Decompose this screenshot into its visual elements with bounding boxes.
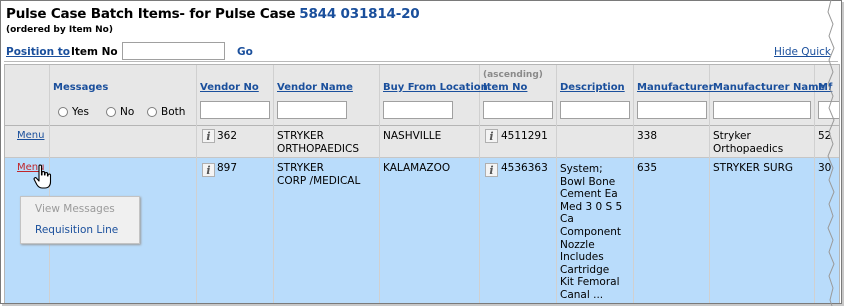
torn-edge-decoration <box>827 0 835 306</box>
description-filter-input[interactable] <box>560 101 630 119</box>
col-header-item-no[interactable]: Item No <box>483 82 527 93</box>
item-no-filter-input[interactable] <box>483 101 553 119</box>
description-line: Cement Ea <box>560 188 618 201</box>
items-grid: Messages Vendor No Vendor Name Buy From … <box>4 64 840 303</box>
divider <box>4 61 838 62</box>
row-menu-link[interactable]: Menu <box>17 130 44 141</box>
vendor-no-cell: 362 <box>217 130 238 142</box>
vendor-no-cell: 897 <box>217 162 238 174</box>
item-info-icon[interactable]: i <box>485 163 498 177</box>
column-divider <box>633 65 634 303</box>
window-frame: Pulse Case Batch Items- for Pulse Case 58… <box>0 0 842 304</box>
column-divider <box>709 65 710 303</box>
vendor-name-line: STRYKER <box>277 130 324 142</box>
vendor-name-filter-input[interactable] <box>277 101 347 119</box>
column-divider <box>814 65 815 303</box>
hide-quick-link[interactable]: Hide Quick <box>774 46 831 58</box>
description-line: Bowl Bone <box>560 175 616 188</box>
item-no-cell: 4511291 <box>501 130 548 142</box>
column-divider <box>196 65 197 303</box>
manufacturer-cell: 338 <box>637 130 658 142</box>
manufacturer-cell: 635 <box>637 162 658 174</box>
context-menu-view-messages: View Messages <box>35 203 115 215</box>
description-line: Cartridge <box>560 263 610 276</box>
messages-both-radio[interactable] <box>147 107 157 117</box>
manufacturer-name-line: Stryker <box>713 130 751 142</box>
description-line: Canal ... <box>560 288 604 301</box>
buy-from-cell: NASHVILLE <box>383 130 442 142</box>
manufacturer-name-cell: STRYKER SURG <box>713 162 793 175</box>
col-header-vendor-no[interactable]: Vendor No <box>200 82 259 93</box>
page-subtitle: (ordered by Item No) <box>6 25 113 35</box>
vendor-name-line: CORP /MEDICAL <box>277 174 361 187</box>
description-line: System; <box>560 163 603 175</box>
vendor-info-icon[interactable]: i <box>202 129 215 143</box>
col-header-description[interactable]: Description <box>560 82 625 93</box>
vendor-info-icon[interactable]: i <box>202 163 215 177</box>
messages-no-radio[interactable] <box>106 107 116 117</box>
column-divider <box>379 65 380 303</box>
page-title: Pulse Case Batch Items- for Pulse Case 58… <box>6 6 420 22</box>
column-divider <box>273 65 274 303</box>
messages-both-label: Both <box>161 106 186 118</box>
col-header-vendor-name[interactable]: Vendor Name <box>277 82 353 93</box>
manufacturer-name-line: STRYKER SURG <box>713 162 794 174</box>
item-no-cell: 4536363 <box>501 162 548 174</box>
buy-from-filter-input[interactable] <box>383 101 453 119</box>
description-line: Nozzle <box>560 238 595 251</box>
description-line: Component <box>560 225 621 238</box>
column-divider <box>556 65 557 303</box>
col-header-buy-from[interactable]: Buy From Location <box>383 82 488 93</box>
description-line: Med 3 0 S 5 <box>560 200 623 213</box>
vendor-name-cell: STRYKER ORTHOPAEDICS <box>277 130 359 155</box>
col-header-messages: Messages <box>53 82 109 93</box>
messages-yes-radio[interactable] <box>58 107 68 117</box>
page-title-text: Pulse Case Batch Items- for Pulse Case <box>6 6 296 22</box>
col-header-manufacturer-name[interactable]: Manufacturer Name <box>713 82 825 93</box>
description-line: Includes <box>560 251 604 264</box>
case-number: 5844 031814-20 <box>299 6 420 22</box>
buy-from-cell: KALAMAZOO <box>383 162 451 174</box>
messages-no-label: No <box>120 106 135 118</box>
hand-pointer-icon <box>33 164 52 189</box>
item-no-label: Item No <box>71 46 118 58</box>
go-button[interactable]: Go <box>237 46 253 58</box>
description-cell: System; Bowl Bone Cement Ea Med 3 0 S 5 … <box>560 163 622 302</box>
description-line: Kit Femoral <box>560 276 620 289</box>
manufacturer-name-filter-input[interactable] <box>713 101 811 119</box>
manufacturer-name-cell: Stryker Orthopaedics <box>713 130 783 155</box>
vendor-name-cell: STRYKER CORP /MEDICAL <box>277 162 360 187</box>
vendor-name-line: STRYKER <box>277 162 324 174</box>
manufacturer-name-line: Orthopaedics <box>713 142 784 155</box>
col-header-manufacturer[interactable]: Manufacturer <box>637 82 714 93</box>
vendor-no-filter-input[interactable] <box>200 101 270 119</box>
sort-direction-note: (ascending) <box>483 70 543 80</box>
description-line: Ca <box>560 213 574 226</box>
context-menu-requisition-line[interactable]: Requisition Line <box>35 224 118 236</box>
item-info-icon[interactable]: i <box>485 129 498 143</box>
row-context-menu: View Messages Requisition Line <box>20 196 140 244</box>
column-divider <box>479 65 480 303</box>
manufacturer-filter-input[interactable] <box>637 101 707 119</box>
messages-yes-label: Yes <box>72 106 89 118</box>
position-item-no-input[interactable] <box>122 42 225 60</box>
vendor-name-line: ORTHOPAEDICS <box>277 142 360 155</box>
position-to-link[interactable]: Position to <box>6 46 70 58</box>
